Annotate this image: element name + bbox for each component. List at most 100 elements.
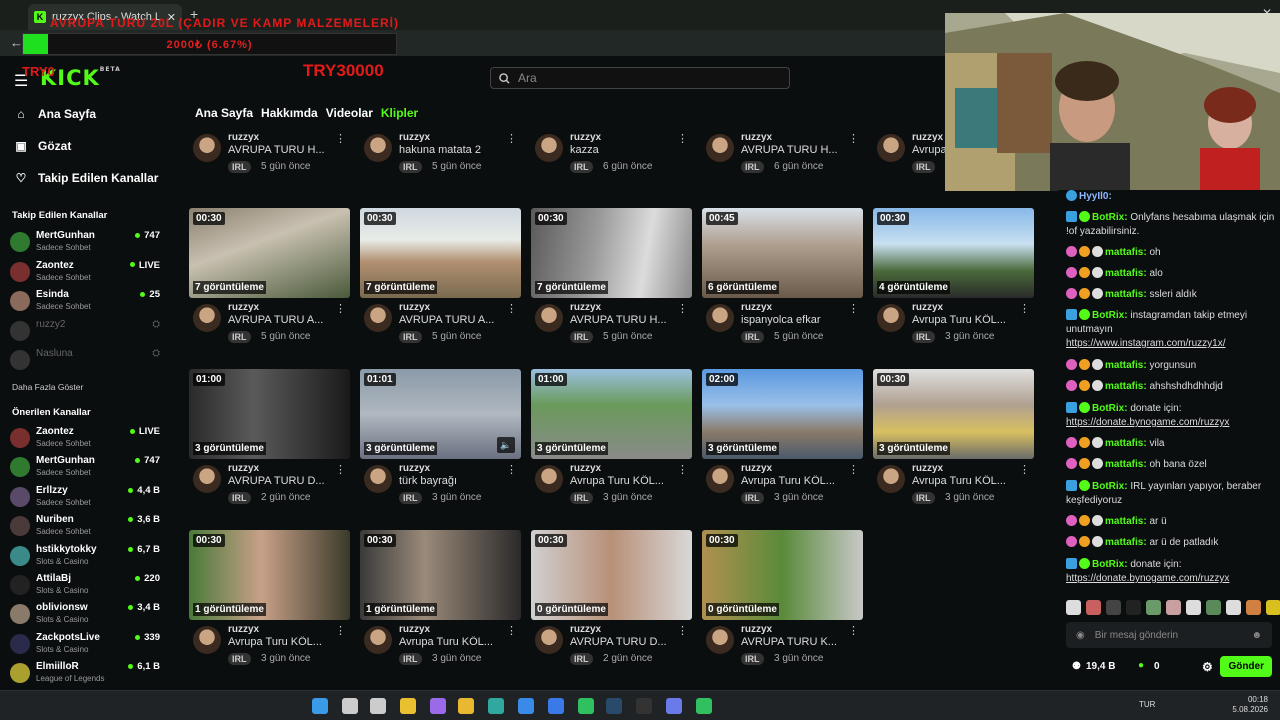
clip-title[interactable]: AVRUPA TURU H... xyxy=(741,144,851,156)
category-tag[interactable]: IRL xyxy=(228,331,251,343)
avatar[interactable] xyxy=(877,134,905,162)
clip-title[interactable]: türk bayrağı xyxy=(399,475,509,487)
emote-icon[interactable] xyxy=(1066,600,1081,615)
more-options-icon[interactable]: ⋮ xyxy=(506,463,517,476)
more-options-icon[interactable]: ⋮ xyxy=(506,302,517,315)
discord-icon[interactable] xyxy=(666,698,682,714)
clip-username[interactable]: ruzzyx xyxy=(228,624,259,635)
clip-thumbnail[interactable]: 01:00 3 görüntüleme xyxy=(531,369,692,459)
more-options-icon[interactable]: ⋮ xyxy=(1019,302,1030,315)
category-tag[interactable]: IRL xyxy=(570,161,593,173)
recommended-channel[interactable]: MertGunhan Sadece Sohbet 747 xyxy=(10,453,160,481)
emote-icon[interactable] xyxy=(1166,600,1181,615)
avatar[interactable] xyxy=(535,626,563,654)
category-tag[interactable]: IRL xyxy=(228,161,251,173)
clip-title[interactable]: AVRUPA TURU H... xyxy=(228,144,338,156)
clip-username[interactable]: ruzzyx xyxy=(228,302,259,313)
avatar[interactable] xyxy=(193,465,221,493)
avatar[interactable] xyxy=(364,465,392,493)
more-options-icon[interactable]: ⋮ xyxy=(848,302,859,315)
outlook-icon[interactable] xyxy=(548,698,564,714)
category-tag[interactable]: IRL xyxy=(399,161,422,173)
show-more-link[interactable]: Daha Fazla Göster xyxy=(12,382,83,392)
clip-title[interactable]: hakuna matata 2 xyxy=(399,144,509,156)
category-tag[interactable]: IRL xyxy=(912,492,935,504)
tray-language[interactable]: TUR xyxy=(1139,700,1155,709)
clip-thumbnail[interactable]: 00:30 1 görüntüleme xyxy=(189,530,350,620)
chat-username[interactable]: BotRix: xyxy=(1092,559,1128,570)
category-tag[interactable]: IRL xyxy=(399,492,422,504)
emote-icon[interactable] xyxy=(1246,600,1261,615)
emote-icon[interactable] xyxy=(1226,600,1241,615)
recommended-channel[interactable]: hstikkytokky Slots & Casino 6,7 B xyxy=(10,542,160,570)
avatar[interactable] xyxy=(193,304,221,332)
settings-gear-icon[interactable]: ⚙ xyxy=(1202,660,1213,674)
followed-channel[interactable]: Nasluna ⛭ xyxy=(10,346,160,374)
clip-card[interactable]: ruzzyx kazza ⋮ IRL 6 gün önce xyxy=(531,134,692,188)
category-tag[interactable]: IRL xyxy=(741,653,764,665)
avatar[interactable] xyxy=(535,304,563,332)
chat-username[interactable]: BotRix: xyxy=(1092,310,1128,321)
recommended-channel[interactable]: Erllzzy Sadece Sohbet 4,4 B xyxy=(10,483,160,511)
edge-icon[interactable] xyxy=(488,698,504,714)
clip-card[interactable]: 00:30 0 görüntüleme ruzzyx AVRUPA TURU K… xyxy=(702,530,863,680)
more-options-icon[interactable]: ⋮ xyxy=(335,134,346,145)
more-options-icon[interactable]: ⋮ xyxy=(848,624,859,637)
category-tag[interactable]: IRL xyxy=(741,492,764,504)
avatar[interactable] xyxy=(535,134,563,162)
clip-card[interactable]: 00:45 6 görüntüleme ruzzyx ispanyolca ef… xyxy=(702,208,863,358)
category-tag[interactable]: IRL xyxy=(570,331,593,343)
avatar[interactable] xyxy=(193,134,221,162)
clip-title[interactable]: AVRUPA TURU A... xyxy=(399,314,509,326)
clip-username[interactable]: ruzzyx xyxy=(570,134,601,143)
category-tag[interactable]: IRL xyxy=(912,161,935,173)
tab-home[interactable]: Ana Sayfa xyxy=(195,106,253,120)
chat-username[interactable]: mattafis: xyxy=(1105,537,1147,548)
category-tag[interactable]: IRL xyxy=(741,161,764,173)
clip-card[interactable]: 00:30 1 görüntüleme ruzzyx Avrupa Turu K… xyxy=(360,530,521,680)
chat-username[interactable]: mattafis: xyxy=(1105,438,1147,449)
avatar[interactable] xyxy=(877,465,905,493)
store-icon[interactable] xyxy=(518,698,534,714)
clip-thumbnail[interactable]: 00:30 4 görüntüleme xyxy=(873,208,1034,298)
clip-card[interactable]: ruzzyx AVRUPA TURU H... ⋮ IRL 5 gün önce xyxy=(189,134,350,188)
category-tag[interactable]: IRL xyxy=(570,492,593,504)
emote-icon[interactable] xyxy=(1206,600,1221,615)
clip-thumbnail[interactable]: 00:45 6 görüntüleme xyxy=(702,208,863,298)
clip-username[interactable]: ruzzyx xyxy=(228,134,259,143)
chat-username[interactable]: mattafis: xyxy=(1105,268,1147,279)
clip-username[interactable]: ruzzyx xyxy=(741,302,772,313)
chat-input[interactable]: ◉ Bir mesaj gönderin ☻ xyxy=(1066,622,1272,648)
clip-username[interactable]: ruzzyx xyxy=(741,134,772,143)
nav-home[interactable]: ⌂ Ana Sayfa xyxy=(14,107,96,121)
avatar[interactable] xyxy=(706,304,734,332)
clip-card[interactable]: 00:30 1 görüntüleme ruzzyx Avrupa Turu K… xyxy=(189,530,350,680)
avatar[interactable] xyxy=(535,465,563,493)
followed-channel[interactable]: ruzzy2 ⛭ xyxy=(10,317,160,345)
chat-username[interactable]: mattafis: xyxy=(1105,360,1147,371)
emoji-icon[interactable]: ☻ xyxy=(1251,630,1262,641)
chat-link[interactable]: https://www.instagram.com/ruzzy1x/ xyxy=(1066,338,1226,349)
clip-username[interactable]: ruzzyx xyxy=(741,463,772,474)
avatar[interactable] xyxy=(877,304,905,332)
clip-card[interactable]: 00:30 7 görüntüleme ruzzyx AVRUPA TURU A… xyxy=(360,208,521,358)
clip-title[interactable]: Avrupa Turu KÖL... xyxy=(399,636,509,648)
emote-icon[interactable] xyxy=(1186,600,1201,615)
followed-channel[interactable]: Esinda Sadece Sohbet 25 xyxy=(10,287,160,315)
clip-thumbnail[interactable]: 00:30 0 görüntüleme xyxy=(531,530,692,620)
chat-username[interactable]: HyyIl0: xyxy=(1079,191,1112,202)
start-icon[interactable] xyxy=(312,698,328,714)
more-options-icon[interactable]: ⋮ xyxy=(335,302,346,315)
more-options-icon[interactable]: ⋮ xyxy=(848,463,859,476)
clip-title[interactable]: Avrupa Turu KÖL... xyxy=(912,314,1022,326)
clip-thumbnail[interactable]: 00:30 7 görüntüleme xyxy=(360,208,521,298)
clip-card[interactable]: 00:30 7 görüntüleme ruzzyx AVRUPA TURU H… xyxy=(531,208,692,358)
chat-username[interactable]: mattafis: xyxy=(1105,289,1147,300)
clip-thumbnail[interactable]: 00:30 7 görüntüleme xyxy=(531,208,692,298)
volume-icon[interactable]: 🔈 xyxy=(497,437,515,453)
tab-videos[interactable]: Videolar xyxy=(326,106,373,120)
more-options-icon[interactable]: ⋮ xyxy=(1019,463,1030,476)
chat-username[interactable]: mattafis: xyxy=(1105,459,1147,470)
emote-icon[interactable] xyxy=(1126,600,1141,615)
avatar[interactable] xyxy=(364,304,392,332)
